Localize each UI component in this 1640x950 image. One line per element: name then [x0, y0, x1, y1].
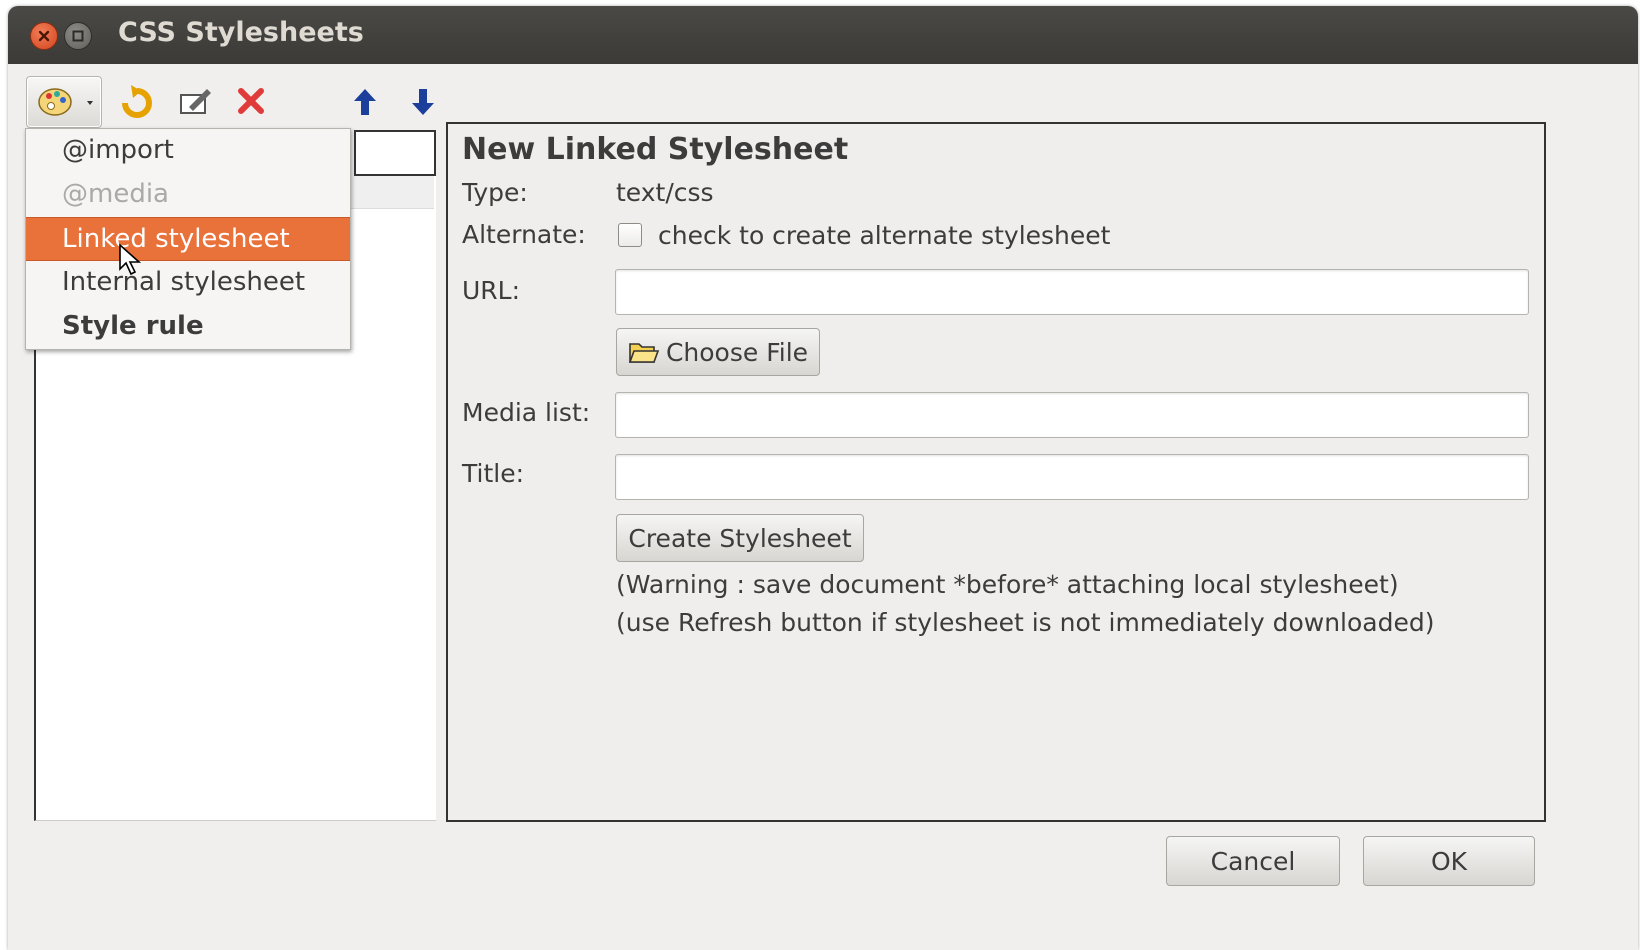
- menu-item-style-rule[interactable]: Style rule: [26, 305, 350, 347]
- refresh-button[interactable]: [114, 76, 160, 126]
- menu-item-media: @media: [62, 179, 169, 209]
- new-item-menu-button[interactable]: [26, 76, 102, 128]
- type-value: text/css: [616, 178, 714, 207]
- edit-icon: [180, 89, 211, 114]
- new-item-dropdown-menu: @import @media Linked stylesheet Interna…: [25, 128, 351, 350]
- move-up-button[interactable]: [342, 76, 388, 126]
- window-title: CSS Stylesheets: [118, 17, 364, 48]
- maximize-window-button[interactable]: [64, 22, 92, 50]
- warning-text: (Warning : save document *before* attach…: [616, 570, 1399, 599]
- title-input[interactable]: [615, 454, 1529, 500]
- choose-file-button[interactable]: Choose File: [616, 328, 820, 376]
- media-list-label: Media list:: [462, 398, 591, 427]
- menu-item-internal-stylesheet[interactable]: Internal stylesheet: [26, 261, 350, 303]
- arrow-up-icon: [354, 89, 376, 115]
- move-down-button[interactable]: [400, 76, 446, 126]
- palette-icon: [38, 88, 93, 116]
- alternate-label: Alternate:: [462, 220, 586, 249]
- close-icon: [38, 30, 50, 42]
- arrow-down-icon: [412, 89, 434, 115]
- alternate-checkbox-label[interactable]: check to create alternate stylesheet: [658, 221, 1110, 250]
- linked-stylesheet-panel: New Linked Stylesheet Type: text/css Alt…: [446, 122, 1546, 822]
- edit-button[interactable]: [172, 76, 218, 126]
- mouse-cursor-icon: [119, 243, 142, 276]
- refresh-icon: [122, 85, 152, 118]
- url-label: URL:: [462, 276, 521, 305]
- title-bar: CSS Stylesheets: [8, 6, 1638, 64]
- delete-icon: [238, 88, 264, 114]
- maximize-icon: [72, 30, 84, 42]
- alternate-checkbox[interactable]: [618, 223, 642, 247]
- media-list-input[interactable]: [615, 392, 1529, 438]
- panel-title: New Linked Stylesheet: [462, 132, 849, 167]
- folder-open-icon: [628, 343, 660, 363]
- menu-item-import[interactable]: @import: [26, 129, 350, 171]
- css-stylesheets-dialog: CSS Stylesheets @import @media Linked st…: [8, 6, 1638, 950]
- close-window-button[interactable]: [30, 22, 58, 50]
- menu-item-linked-stylesheet[interactable]: Linked stylesheet: [26, 217, 350, 261]
- tree-selected-cell[interactable]: [354, 130, 436, 176]
- delete-button[interactable]: [228, 76, 274, 126]
- ok-button[interactable]: OK: [1363, 836, 1535, 886]
- type-label: Type:: [462, 178, 528, 207]
- cancel-button[interactable]: Cancel: [1166, 836, 1340, 886]
- refresh-hint-text: (use Refresh button if stylesheet is not…: [616, 608, 1435, 637]
- title-label: Title:: [462, 459, 524, 488]
- url-input[interactable]: [615, 269, 1529, 315]
- toolbar: [26, 76, 526, 128]
- choose-file-label: Choose File: [665, 337, 809, 367]
- create-stylesheet-button[interactable]: Create Stylesheet: [616, 514, 864, 562]
